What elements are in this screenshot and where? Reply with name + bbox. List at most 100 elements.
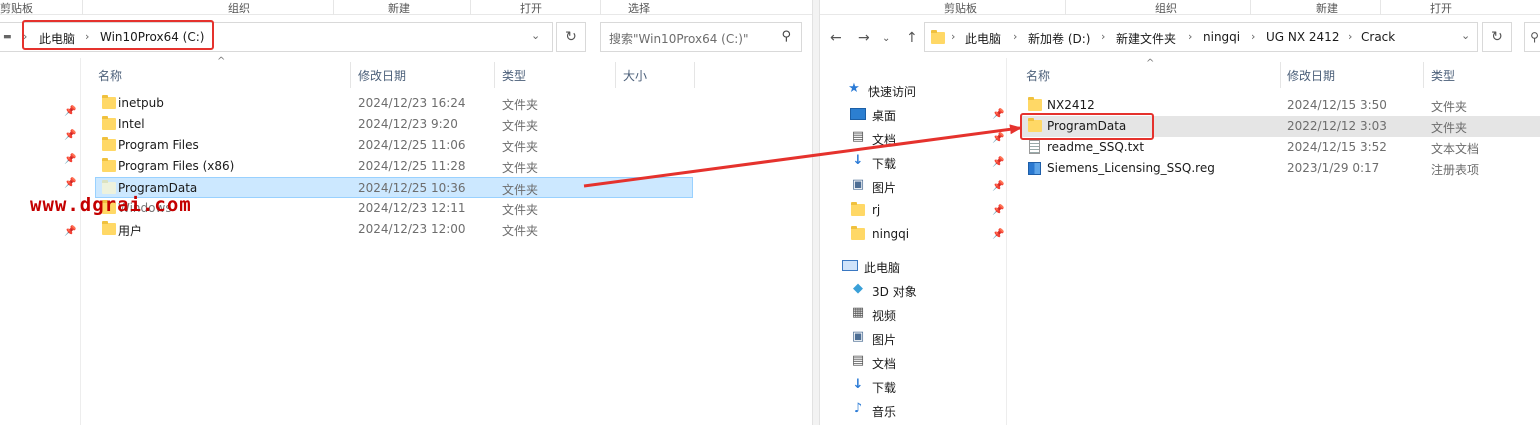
search-input[interactable]: ⚲ <box>1524 22 1540 52</box>
file-name: Intel <box>118 117 145 131</box>
file-name: ProgramData <box>118 181 198 195</box>
ribbon-open-label: 打开 <box>1430 2 1452 15</box>
column-size[interactable]: 大小 <box>623 67 647 84</box>
left-explorer-window: 剪贴板 组织 新建 打开 选择 ▬ › 此电脑 › Win10Prox64 (C… <box>0 0 812 425</box>
chevron-down-icon[interactable]: ⌄ <box>531 29 540 42</box>
pin-icon: 📌 <box>64 178 77 189</box>
file-date: 2024/12/15 3:50 <box>1287 98 1387 112</box>
file-date: 2024/12/25 11:28 <box>358 159 466 173</box>
breadcrumb-this-pc[interactable]: 此电脑 <box>965 30 1001 47</box>
file-date: 2024/12/23 9:20 <box>358 117 458 131</box>
file-type: 文件夹 <box>502 161 539 175</box>
ribbon-group-labels: 剪贴板 组织 新建 打开 <box>820 0 1540 15</box>
up-arrow-icon[interactable]: ↑ <box>906 30 918 46</box>
ribbon-new-label: 新建 <box>1316 2 1338 15</box>
music-icon: ♪ <box>853 401 863 416</box>
file-type: 文件夹 <box>502 203 539 217</box>
nav-label: 视频 <box>872 309 897 323</box>
file-date: 2024/12/23 16:24 <box>358 96 466 110</box>
download-icon: ↓ <box>852 153 864 168</box>
search-input[interactable]: 搜索"Win10Prox64 (C:)" ⚲ <box>600 22 802 52</box>
annotation-highlight-box <box>1020 113 1154 140</box>
search-placeholder: 搜索"Win10Prox64 (C:)" <box>609 32 749 46</box>
column-name[interactable]: 名称 <box>1026 67 1050 84</box>
breadcrumb-ningqi[interactable]: ningqi <box>1203 30 1240 44</box>
table-row[interactable]: Siemens_Licensing_SSQ.reg 2023/1/29 0:17… <box>1020 158 1540 179</box>
window-divider <box>812 0 820 425</box>
table-row[interactable]: Intel 2024/12/23 9:20 文件夹 <box>96 114 692 135</box>
breadcrumb-ug-nx[interactable]: UG NX 2412 <box>1266 30 1339 44</box>
nav-label: 3D 对象 <box>872 285 917 299</box>
folder-icon <box>102 137 116 151</box>
nav-label: 桌面 <box>872 109 897 123</box>
breadcrumb-new-folder[interactable]: 新建文件夹 <box>1116 30 1176 47</box>
table-row[interactable]: Program Files 2024/12/25 11:06 文件夹 <box>96 135 692 156</box>
nav-label: 文档 <box>872 357 897 371</box>
cube-icon: ◆ <box>853 281 863 296</box>
table-row[interactable]: readme_SSQ.txt 2024/12/15 3:52 文本文档 <box>1020 137 1540 158</box>
address-bar[interactable]: › 此电脑 › 新加卷 (D:) › 新建文件夹 › ningqi › UG N… <box>924 22 1478 52</box>
ribbon-new-label: 新建 <box>388 2 410 15</box>
file-date: 2024/12/25 11:06 <box>358 138 466 152</box>
document-icon: ▤ <box>851 353 865 368</box>
column-date[interactable]: 修改日期 <box>1287 67 1335 84</box>
column-name[interactable]: 名称 <box>98 67 122 84</box>
search-icon: ⚲ <box>1530 30 1539 44</box>
drive-icon: ▬ <box>3 32 12 42</box>
nav-label: 音乐 <box>872 405 897 419</box>
forward-arrow-icon[interactable]: → <box>858 30 870 46</box>
file-name: 用户 <box>118 224 143 238</box>
refresh-icon[interactable]: ↻ <box>556 22 586 52</box>
folder-icon <box>1028 97 1042 111</box>
file-type: 文件夹 <box>1431 121 1468 135</box>
file-date: 2022/12/12 3:03 <box>1287 119 1387 133</box>
column-header: 名称 修改日期 类型 大小 <box>88 62 708 88</box>
annotation-highlight-box <box>22 20 214 50</box>
nav-label: 快速访问 <box>868 85 917 99</box>
back-arrow-icon[interactable]: ← <box>830 30 842 46</box>
nav-label: 图片 <box>872 333 897 347</box>
breadcrumb-crack[interactable]: Crack <box>1361 30 1395 44</box>
sort-up-icon: ^ <box>1146 58 1155 69</box>
ribbon-select-label: 选择 <box>628 2 650 15</box>
file-name: Siemens_Licensing_SSQ.reg <box>1047 161 1215 175</box>
file-date: 2024/12/23 12:11 <box>358 201 466 215</box>
ribbon-organize-label: 组织 <box>228 2 250 15</box>
nav-label: rj <box>872 203 881 217</box>
column-type[interactable]: 类型 <box>1431 67 1455 84</box>
pin-icon: 📌 <box>992 157 1005 168</box>
column-type[interactable]: 类型 <box>502 67 526 84</box>
chevron-down-icon[interactable]: ⌄ <box>1461 29 1470 42</box>
ribbon-group-labels: 剪贴板 组织 新建 打开 选择 <box>0 0 812 15</box>
text-file-icon <box>1029 140 1040 154</box>
watermark-text: www.dgrai.com <box>30 194 192 216</box>
file-date: 2024/12/15 3:52 <box>1287 140 1387 154</box>
table-row[interactable]: inetpub 2024/12/23 16:24 文件夹 <box>96 93 692 114</box>
table-row[interactable]: Program Files (x86) 2024/12/25 11:28 文件夹 <box>96 156 692 177</box>
download-icon: ↓ <box>852 377 864 392</box>
folder-icon <box>102 116 116 130</box>
nav-label: 图片 <box>872 181 897 195</box>
folder-icon <box>851 226 865 240</box>
pin-icon: 📌 <box>992 229 1005 240</box>
picture-icon: ▣ <box>851 329 865 344</box>
column-date[interactable]: 修改日期 <box>358 67 406 84</box>
refresh-icon[interactable]: ↻ <box>1482 22 1512 52</box>
breadcrumb-drive-d[interactable]: 新加卷 (D:) <box>1028 30 1090 47</box>
file-type: 文件夹 <box>502 183 539 197</box>
breadcrumb-chevron-icon: › <box>1188 30 1193 43</box>
column-header: 名称 修改日期 类型 <box>1016 62 1540 88</box>
folder-icon <box>931 30 945 44</box>
file-name: Program Files (x86) <box>118 159 235 173</box>
ribbon-open-label: 打开 <box>520 2 542 15</box>
file-type: 文件夹 <box>502 140 539 154</box>
computer-icon <box>842 260 858 271</box>
folder-icon <box>102 95 116 109</box>
table-row[interactable]: 用户 2024/12/23 12:00 文件夹 <box>96 219 692 240</box>
breadcrumb-chevron-icon: › <box>1251 30 1256 43</box>
pin-icon: 📌 <box>992 181 1005 192</box>
file-date: 2024/12/25 10:36 <box>358 181 466 195</box>
pin-icon: 📌 <box>64 154 77 165</box>
chevron-down-icon[interactable]: ⌄ <box>882 33 890 44</box>
nav-label: 文档 <box>872 133 897 147</box>
